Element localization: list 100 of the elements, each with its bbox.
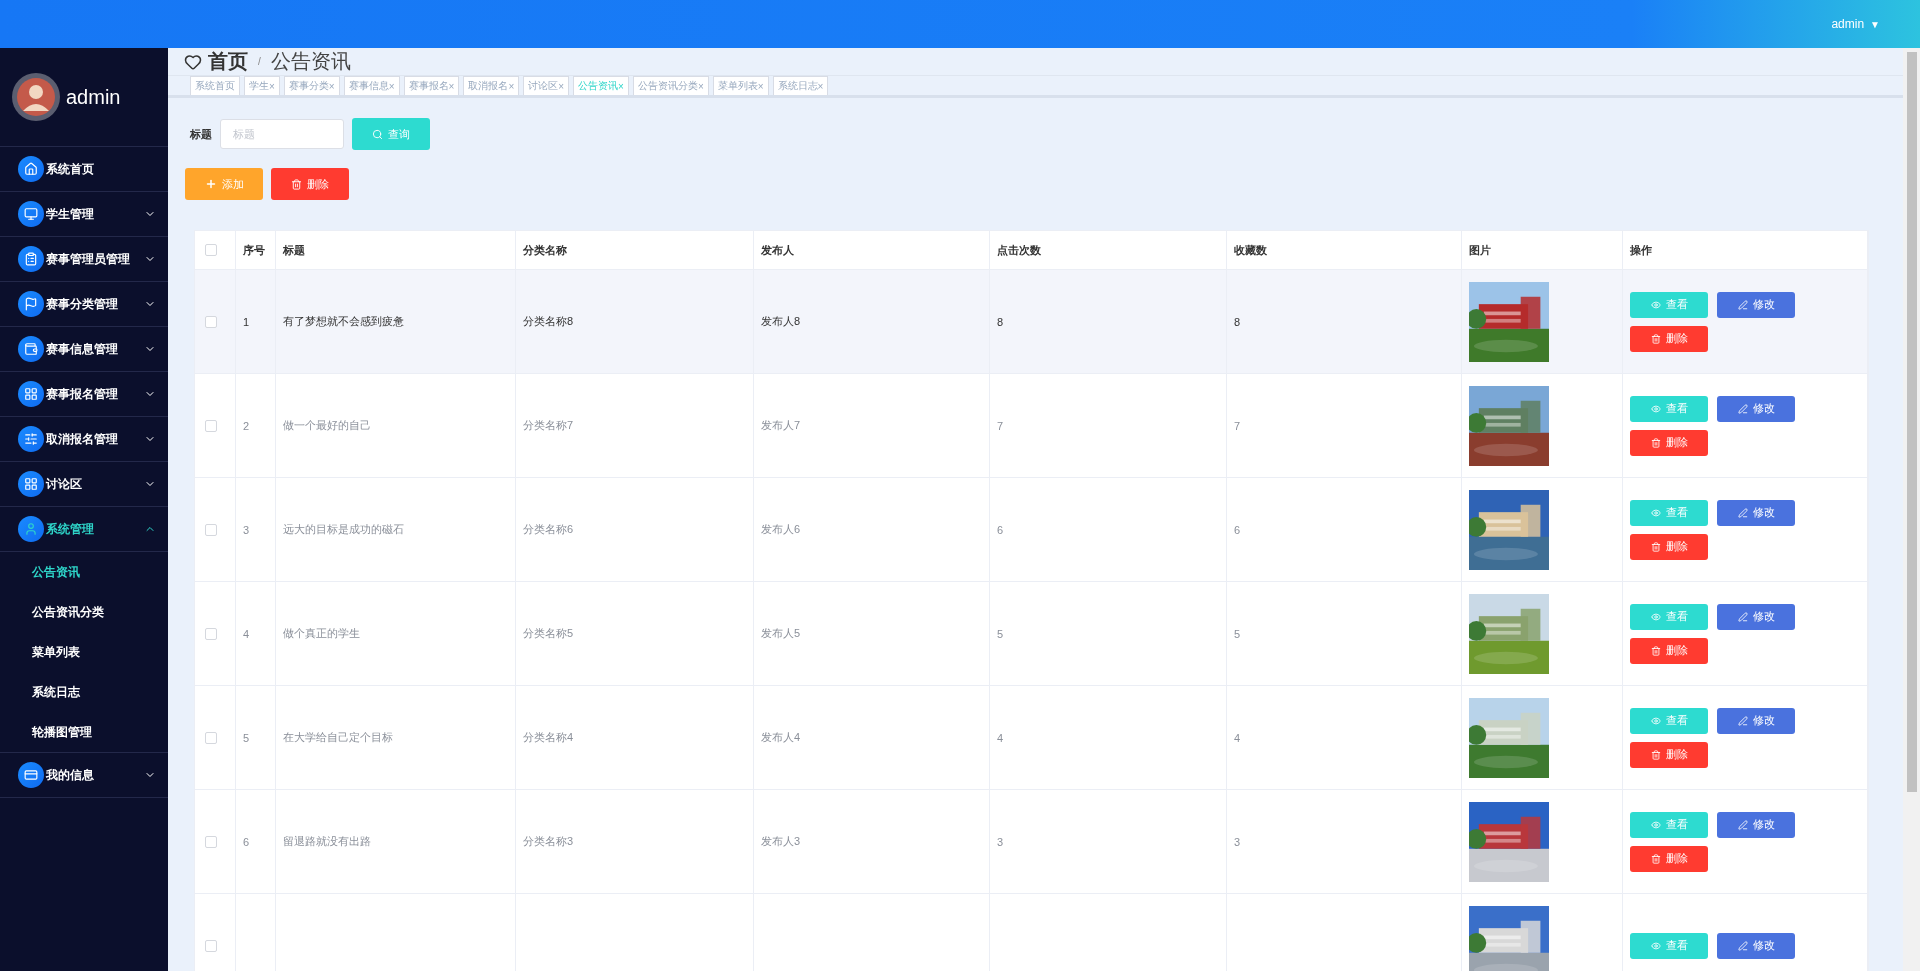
tab[interactable]: 取消报名×	[463, 76, 520, 95]
eye-icon	[1650, 507, 1661, 518]
table-cell: 4	[997, 731, 1004, 744]
sidebar-item[interactable]: 赛事报名管理	[0, 372, 168, 417]
delete-button[interactable]: 删除	[1630, 429, 1708, 456]
eye-icon	[1650, 611, 1661, 622]
table-cell: 发布人7	[761, 418, 801, 433]
table-cell: 1	[243, 315, 250, 328]
add-button[interactable]: 添加	[185, 168, 263, 200]
eye-icon	[1650, 940, 1661, 951]
submenu-item[interactable]: 轮播图管理	[0, 712, 168, 752]
checkbox[interactable]	[205, 731, 217, 744]
sidebar-item[interactable]: 讨论区	[0, 462, 168, 507]
search-button[interactable]: 查询	[352, 118, 430, 150]
sidebar-item[interactable]: 系统首页	[0, 147, 168, 192]
edit-button[interactable]: 修改	[1717, 811, 1795, 838]
scrollbar[interactable]	[1903, 48, 1920, 971]
view-button[interactable]: 查看	[1630, 603, 1708, 630]
view-button[interactable]: 查看	[1630, 707, 1708, 734]
view-button[interactable]: 查看	[1630, 291, 1708, 318]
table-cell: 分类名称8	[523, 314, 574, 329]
close-icon[interactable]: ×	[618, 80, 624, 92]
edit-button[interactable]: 修改	[1717, 603, 1795, 630]
submenu-item[interactable]: 公告资讯分类	[0, 592, 168, 632]
view-button[interactable]: 查看	[1630, 395, 1708, 422]
sidebar-item[interactable]: 学生管理	[0, 192, 168, 237]
checkbox[interactable]	[205, 835, 217, 848]
tab[interactable]: 系统首页	[190, 76, 240, 95]
delete-button[interactable]: 删除	[1630, 741, 1708, 768]
tab[interactable]: 公告资讯×	[573, 76, 629, 95]
column-header: 序号	[243, 242, 265, 258]
caret-icon[interactable]: ▼	[1870, 18, 1880, 30]
user-menu[interactable]: admin	[1831, 17, 1865, 31]
tab[interactable]: 学生×	[244, 76, 280, 95]
checkbox[interactable]	[205, 419, 217, 432]
tab[interactable]: 赛事分类×	[283, 76, 340, 95]
eye-icon	[1650, 819, 1661, 830]
edit-button[interactable]: 修改	[1717, 707, 1795, 734]
delete-button[interactable]: 删除	[1630, 533, 1708, 560]
breadcrumb-home[interactable]: 首页	[208, 48, 248, 75]
close-icon[interactable]: ×	[388, 80, 395, 92]
sidebar-item[interactable]: 赛事信息管理	[0, 327, 168, 372]
pencil-icon	[1737, 819, 1748, 830]
submenu-item[interactable]: 系统日志	[0, 672, 168, 712]
flag-icon	[18, 291, 44, 317]
wallet-icon	[18, 336, 44, 362]
table-cell: 5	[997, 627, 1004, 640]
sidebar-item[interactable]: 赛事管理员管理	[0, 237, 168, 282]
plus-icon	[204, 178, 217, 190]
edit-button[interactable]: 修改	[1717, 499, 1795, 526]
close-icon[interactable]: ×	[508, 80, 515, 92]
close-icon[interactable]: ×	[697, 80, 704, 92]
table-cell: 发布人6	[761, 522, 801, 537]
trash-icon	[1650, 853, 1661, 864]
view-button[interactable]: 查看	[1630, 932, 1708, 959]
close-icon[interactable]: ×	[817, 80, 824, 92]
table-cell: 分类名称7	[523, 418, 574, 433]
tab[interactable]: 系统日志×	[772, 76, 829, 95]
sidebar-item[interactable]: 系统管理	[0, 507, 168, 552]
sidebar-item[interactable]: 我的信息	[0, 753, 168, 798]
checkbox[interactable]	[205, 627, 217, 640]
view-button[interactable]: 查看	[1630, 811, 1708, 838]
checkbox[interactable]	[205, 939, 217, 952]
view-button[interactable]: 查看	[1630, 499, 1708, 526]
close-icon[interactable]: ×	[558, 80, 565, 92]
search-icon	[372, 128, 383, 140]
sidebar-item[interactable]: 赛事分类管理	[0, 282, 168, 327]
pencil-icon	[1737, 611, 1748, 622]
checkbox[interactable]	[205, 244, 217, 256]
close-icon[interactable]: ×	[448, 80, 455, 92]
trash-icon	[1650, 437, 1661, 448]
edit-button[interactable]: 修改	[1717, 291, 1795, 318]
table-cell: 5	[1234, 627, 1241, 640]
checkbox[interactable]	[205, 523, 217, 536]
table-cell: 分类名称4	[523, 730, 574, 745]
close-icon[interactable]: ×	[269, 80, 275, 92]
close-icon[interactable]: ×	[757, 80, 764, 92]
edit-button[interactable]: 修改	[1717, 932, 1795, 959]
tab[interactable]: 赛事信息×	[343, 76, 400, 95]
column-header: 发布人	[761, 242, 794, 258]
delete-button[interactable]: 删除	[1630, 637, 1708, 664]
column-header: 标题	[283, 242, 305, 258]
trash-icon	[1650, 541, 1661, 552]
edit-button[interactable]: 修改	[1717, 395, 1795, 422]
tab[interactable]: 公告资讯分类×	[632, 76, 709, 95]
table-cell: 发布人4	[761, 730, 801, 745]
tab[interactable]: 讨论区×	[523, 76, 570, 95]
eye-icon	[1650, 403, 1661, 414]
close-icon[interactable]: ×	[328, 80, 335, 92]
username: admin	[66, 85, 121, 109]
delete-button[interactable]: 删除	[1630, 325, 1708, 352]
tab[interactable]: 菜单列表×	[712, 76, 769, 95]
submenu-item[interactable]: 公告资讯	[0, 552, 168, 592]
tab[interactable]: 赛事报名×	[403, 76, 460, 95]
submenu-item[interactable]: 菜单列表	[0, 632, 168, 672]
delete-button[interactable]: 删除	[1630, 845, 1708, 872]
sidebar-item[interactable]: 取消报名管理	[0, 417, 168, 462]
checkbox[interactable]	[205, 315, 217, 328]
card-icon	[18, 762, 44, 788]
delete-button[interactable]: 删除	[271, 168, 349, 200]
